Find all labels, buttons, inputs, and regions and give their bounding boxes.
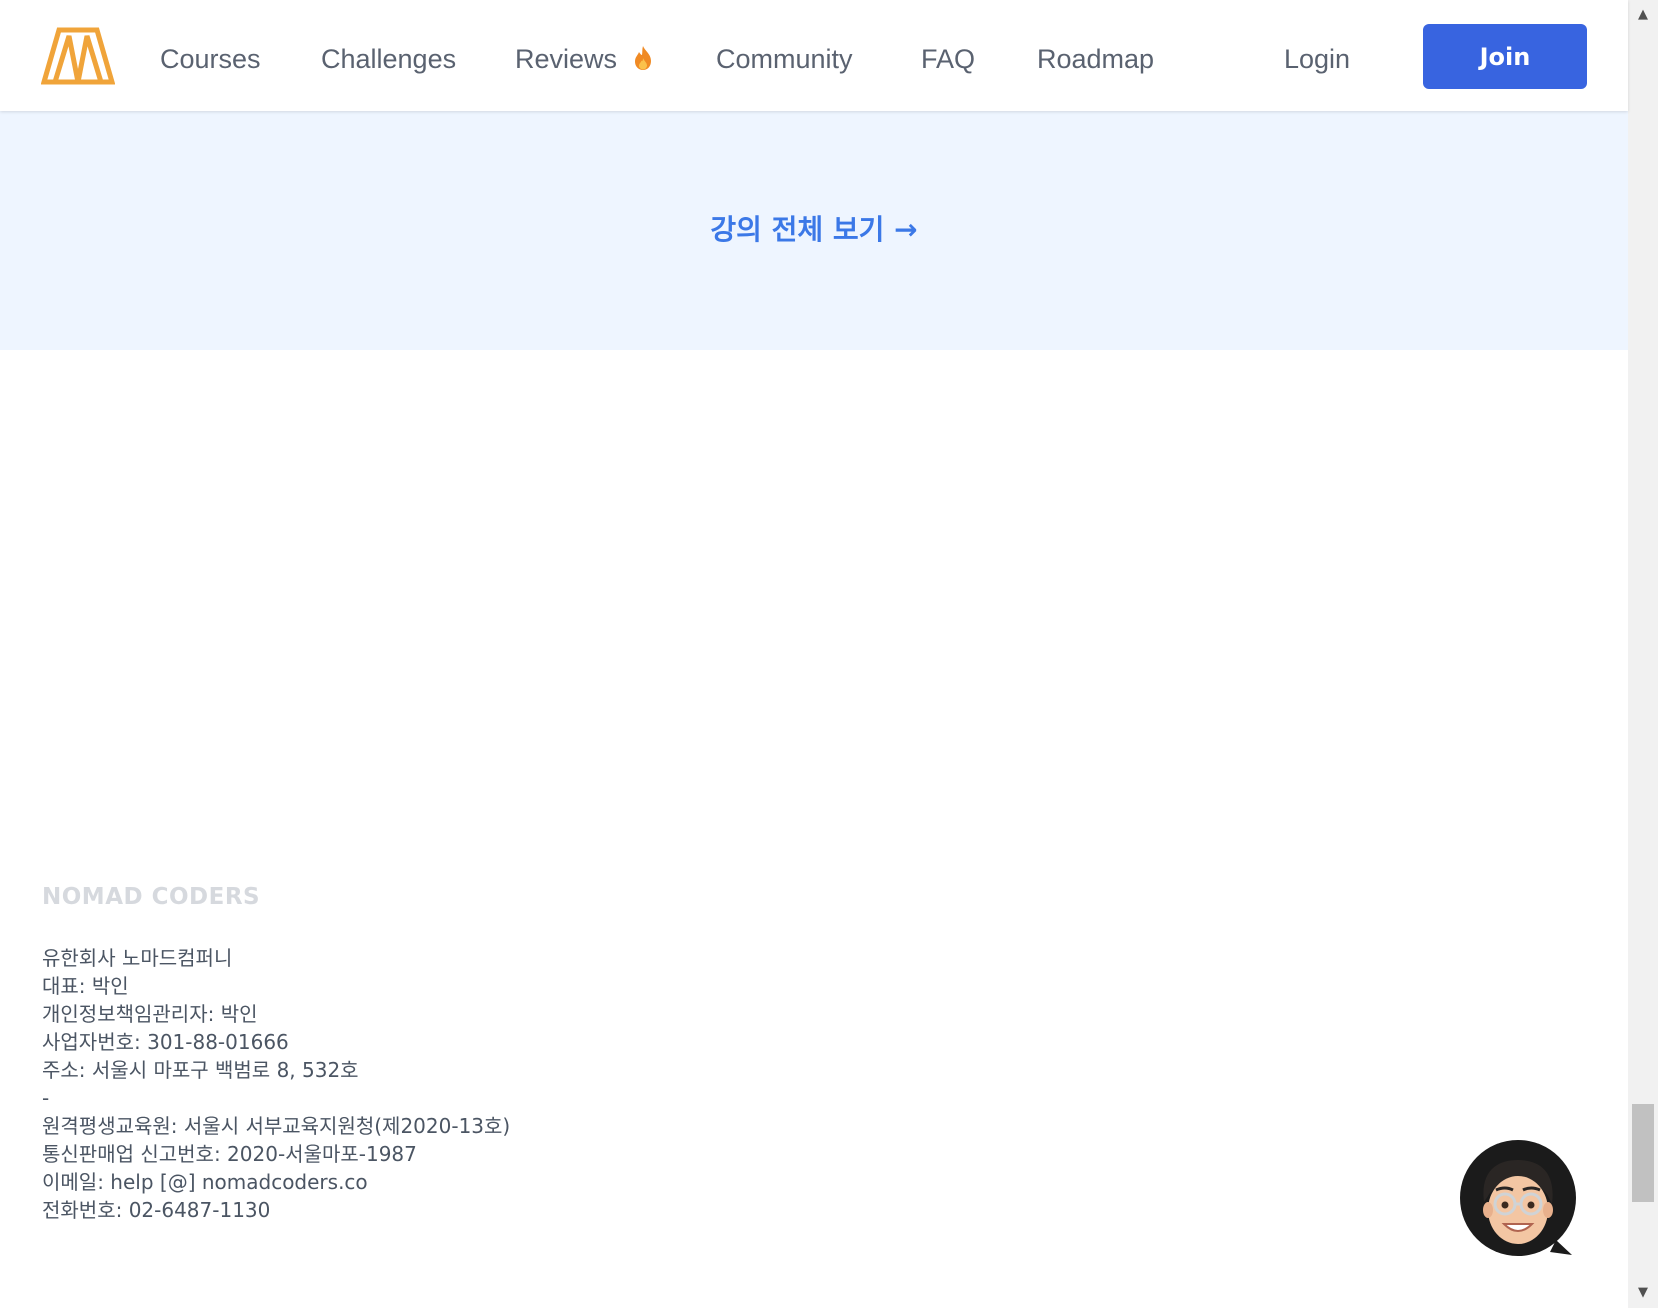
nav-courses-label: Courses — [160, 44, 261, 74]
nav-faq[interactable]: FAQ — [921, 42, 975, 76]
page: Courses Challenges Reviews Community FAQ… — [0, 0, 1658, 1308]
footer-phone: 전화번호: 02-6487-1130 — [42, 1198, 271, 1222]
scroll-up-arrow-icon[interactable]: ▲ — [1628, 0, 1658, 30]
footer-company-info: 유한회사 노마드컴퍼니 대표: 박인 개인정보책임관리자: 박인 사업자번호: … — [42, 944, 510, 1224]
nav-reviews-label: Reviews — [515, 44, 618, 74]
scrollbar-thumb[interactable] — [1632, 1104, 1654, 1202]
footer-ceo: 대표: 박인 — [42, 974, 129, 998]
footer-separator: - — [42, 1086, 50, 1110]
nav-courses[interactable]: Courses — [160, 42, 261, 76]
nav-faq-label: FAQ — [921, 44, 976, 74]
login-link[interactable]: Login — [1284, 42, 1350, 76]
footer-company-name: 유한회사 노마드컴퍼니 — [42, 946, 233, 970]
nav-community-label: Community — [716, 44, 853, 74]
view-all-courses-link[interactable]: 강의 전체 보기 → — [0, 208, 1628, 248]
join-button[interactable]: Join — [1423, 24, 1587, 89]
footer-brand: NOMAD CODERS — [42, 884, 261, 910]
nomad-coders-logo-icon[interactable] — [41, 27, 115, 85]
chat-avatar-icon[interactable] — [1460, 1140, 1580, 1260]
footer-ecommerce-registration: 통신판매업 신고번호: 2020-서울마포-1987 — [42, 1142, 417, 1166]
nav-challenges[interactable]: Challenges — [321, 42, 456, 76]
top-navigation-bar: Courses Challenges Reviews Community FAQ… — [0, 0, 1628, 111]
nav-roadmap[interactable]: Roadmap — [1037, 42, 1154, 76]
footer-education-registration: 원격평생교육원: 서울시 서부교육지원청(제2020-13호) — [42, 1114, 511, 1138]
nav-roadmap-label: Roadmap — [1037, 44, 1155, 74]
scroll-down-arrow-icon[interactable]: ▼ — [1628, 1278, 1658, 1308]
footer-address: 주소: 서울시 마포구 백범로 8, 532호 — [42, 1058, 359, 1082]
fire-icon — [634, 46, 651, 70]
login-label: Login — [1284, 44, 1351, 74]
footer-email: 이메일: help [@] nomadcoders.co — [42, 1170, 368, 1194]
footer-privacy-officer: 개인정보책임관리자: 박인 — [42, 1002, 258, 1026]
nav-challenges-label: Challenges — [321, 44, 457, 74]
nav-reviews[interactable]: Reviews — [515, 42, 653, 76]
all-courses-banner: 강의 전체 보기 → — [0, 111, 1628, 350]
footer-business-number: 사업자번호: 301-88-01666 — [42, 1030, 289, 1054]
vertical-scrollbar[interactable]: ▲ ▼ — [1628, 0, 1658, 1308]
nav-community[interactable]: Community — [716, 42, 853, 76]
